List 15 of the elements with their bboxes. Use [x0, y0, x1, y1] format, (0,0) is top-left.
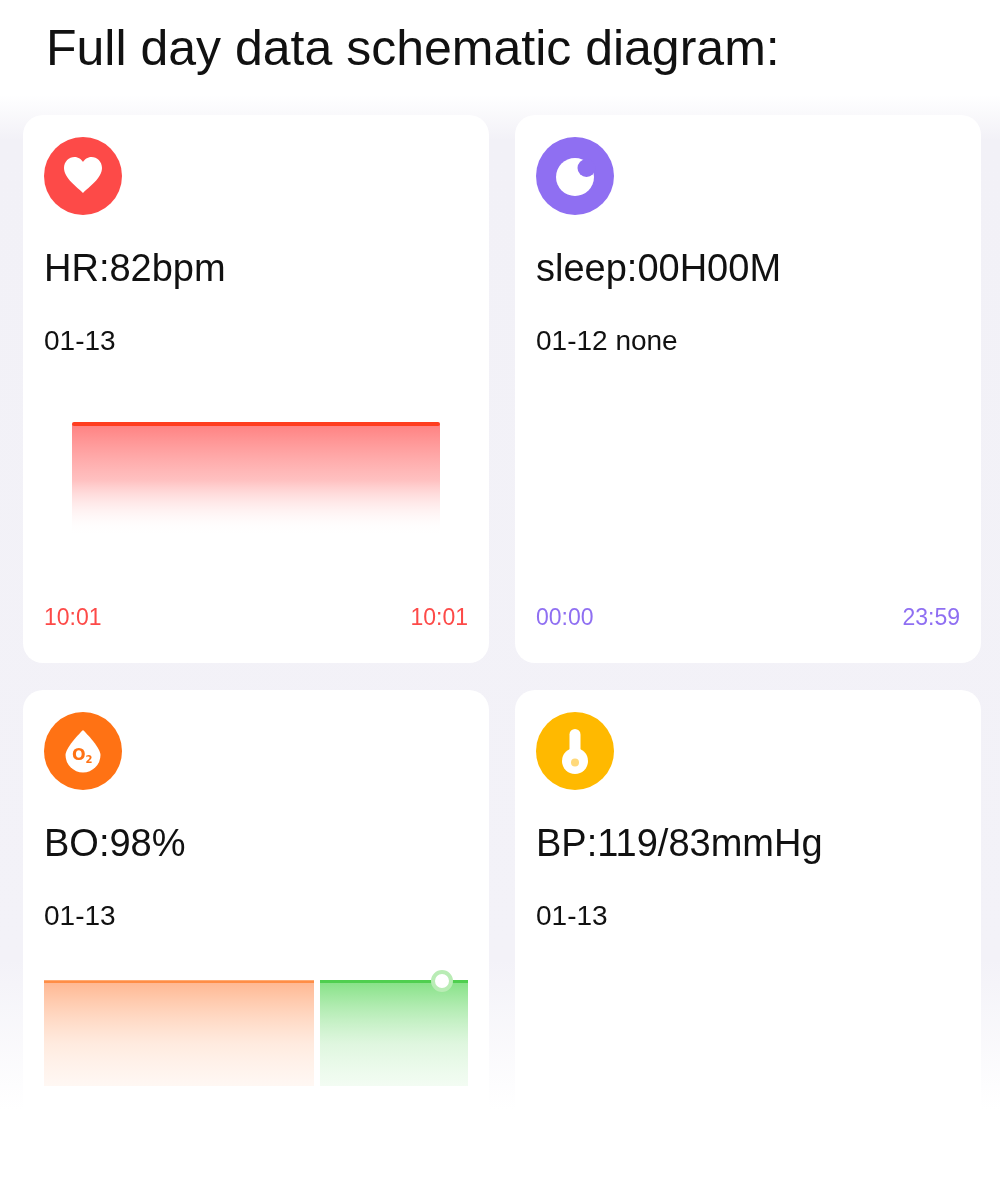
reading-value: BO:98%: [44, 821, 186, 865]
date-label: 01-13: [44, 325, 116, 357]
axis-label: 00:00: [536, 603, 594, 631]
axis-label: 23:59: [902, 603, 960, 631]
date-label: 01-12 none: [536, 325, 678, 357]
reading-value: sleep:00H00M: [536, 246, 782, 290]
reading-value: BP:119/83mmHg: [536, 821, 823, 865]
reading-value: HR:82bpm: [44, 246, 226, 290]
icon-label: O$_{2}$: [72, 746, 93, 764]
page-title: Full day data schematic diagram:: [45, 19, 781, 78]
ring-marker-icon: [431, 970, 453, 992]
date-label: 01-13: [44, 900, 116, 932]
date-label: 01-13: [536, 900, 608, 932]
axis-label: 10:01: [410, 603, 468, 631]
axis-label: 10:01: [44, 603, 102, 631]
